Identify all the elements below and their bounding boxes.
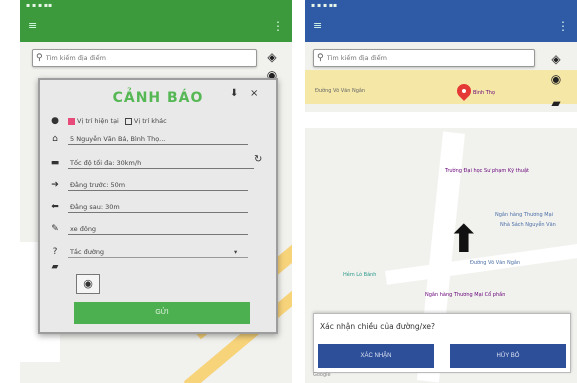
map-road — [305, 112, 577, 128]
more-icon[interactable]: ⋮ — [272, 19, 284, 33]
dialog-title: CẢNH BÁO — [112, 90, 204, 106]
search-input[interactable] — [45, 54, 256, 62]
address-field[interactable]: 5 Nguyễn Văn Bá, Bình Thọ... — [68, 133, 248, 145]
menu-icon[interactable]: ≡ — [28, 20, 42, 32]
arrow-left-icon: ⬅ — [51, 202, 59, 212]
warning-dialog: CẢNH BÁO ⬇ × ● Vị trí hiện tại Vị trí kh… — [38, 78, 278, 334]
location-icon: ● — [51, 116, 59, 126]
map-label: Hẻm Lò Bánh — [343, 272, 377, 278]
confirm-question: Xác nhận chiều của đường/xe? — [320, 322, 435, 331]
map-label: Ngân hàng Thương Mại Cổ phần — [425, 292, 506, 298]
type-row: ✎ xe đông — [48, 222, 248, 236]
download-icon[interactable]: ⬇ — [230, 88, 238, 99]
current-location-checkbox[interactable] — [68, 117, 75, 125]
eye-icon[interactable]: ◉ — [549, 72, 563, 86]
direction-arrow-icon[interactable]: ⬆ — [448, 220, 480, 258]
pencil-icon: ✎ — [51, 224, 59, 234]
app-bar: ≡ ⋮ — [20, 12, 292, 42]
speed-row: ▬ Tốc độ tối đa: 30km/h — [48, 156, 254, 170]
camera-icon[interactable]: ▰ — [549, 96, 563, 110]
map-road — [305, 70, 577, 104]
camera-icon: ▰ — [51, 262, 59, 272]
app-bar: ≡ ⋮ — [305, 12, 577, 42]
cancel-button[interactable]: HỦY BỎ — [450, 344, 566, 368]
google-attribution: Google — [313, 372, 331, 378]
status-bar: ▪ ▪ ▪ ▪▪ — [305, 0, 577, 12]
confirm-button[interactable]: XÁC NHẬN — [318, 344, 434, 368]
left-phone-screen: ▪ ▪ ▪ ▪▪ ≡ ⋮ ⚲ ◈ ◉ CẢNH BÁO ⬇ × ● Vị trí… — [20, 0, 292, 383]
search-input[interactable] — [326, 54, 534, 62]
eye-icon[interactable]: ◉ — [76, 274, 100, 294]
after-distance-field[interactable]: Đằng sau: 30m — [68, 201, 248, 213]
home-icon: ⌂ — [52, 134, 58, 144]
address-row: ⌂ 5 Nguyễn Văn Bá, Bình Thọ... — [48, 132, 248, 146]
status-bar: ▪ ▪ ▪ ▪▪ — [20, 0, 292, 12]
layers-icon[interactable]: ◈ — [549, 52, 563, 66]
camera-row: ▰ — [48, 260, 68, 274]
current-location-label: Vị trí hiện tại — [77, 117, 119, 125]
max-speed-field[interactable]: Tốc độ tối đa: 30km/h — [68, 157, 254, 169]
status-text: ▪ ▪ ▪ ▪▪ — [26, 2, 53, 9]
menu-icon[interactable]: ≡ — [313, 20, 327, 32]
search-bar[interactable]: ⚲ — [32, 49, 257, 67]
before-distance-field[interactable]: Đằng trước: 50m — [68, 179, 248, 191]
search-icon: ⚲ — [36, 53, 43, 63]
map-label: Trường Đại học Sư phạm Kỹ thuật — [445, 168, 529, 174]
map-label: Bình Thọ — [473, 90, 496, 96]
location-choice-row: ● Vị trí hiện tại Vị trí khác — [48, 114, 274, 128]
car-icon: ▬ — [50, 158, 60, 168]
refresh-icon[interactable]: ↻ — [254, 154, 262, 165]
pin-dot — [462, 89, 466, 93]
map-label: Ngân hàng Thương Mại — [495, 212, 554, 218]
before-row: ➔ Đằng trước: 50m — [48, 178, 248, 192]
layers-icon[interactable]: ◈ — [265, 50, 279, 64]
category-row: ? Tắc đường ▾ — [48, 245, 248, 259]
search-bar[interactable]: ⚲ — [313, 49, 535, 67]
right-phone-screen: ▪ ▪ ▪ ▪▪ ≡ ⋮ ⚲ ◈ ◉ ▰ Đường Võ Văn Ngân B… — [305, 0, 577, 383]
search-icon: ⚲ — [317, 53, 324, 63]
question-icon: ? — [52, 247, 58, 257]
more-icon[interactable]: ⋮ — [557, 19, 569, 33]
arrow-right-icon: ➔ — [51, 180, 59, 190]
send-button[interactable]: GỬI — [74, 302, 250, 324]
category-select[interactable]: Tắc đường — [68, 246, 248, 258]
type-field[interactable]: xe đông — [68, 223, 248, 235]
map-label: Nhà Sách Nguyễn Văn — [500, 222, 556, 228]
close-icon[interactable]: × — [250, 88, 258, 99]
chevron-down-icon[interactable]: ▾ — [234, 248, 244, 256]
other-location-label: Vị trí khác — [133, 117, 167, 125]
map-label: Đường Võ Văn Ngân — [315, 88, 366, 94]
after-row: ⬅ Đằng sau: 30m — [48, 200, 248, 214]
other-location-checkbox[interactable] — [124, 117, 132, 125]
status-text: ▪ ▪ ▪ ▪▪ — [311, 2, 338, 9]
confirm-direction-panel: Xác nhận chiều của đường/xe? XÁC NHẬN HỦ… — [313, 313, 571, 373]
